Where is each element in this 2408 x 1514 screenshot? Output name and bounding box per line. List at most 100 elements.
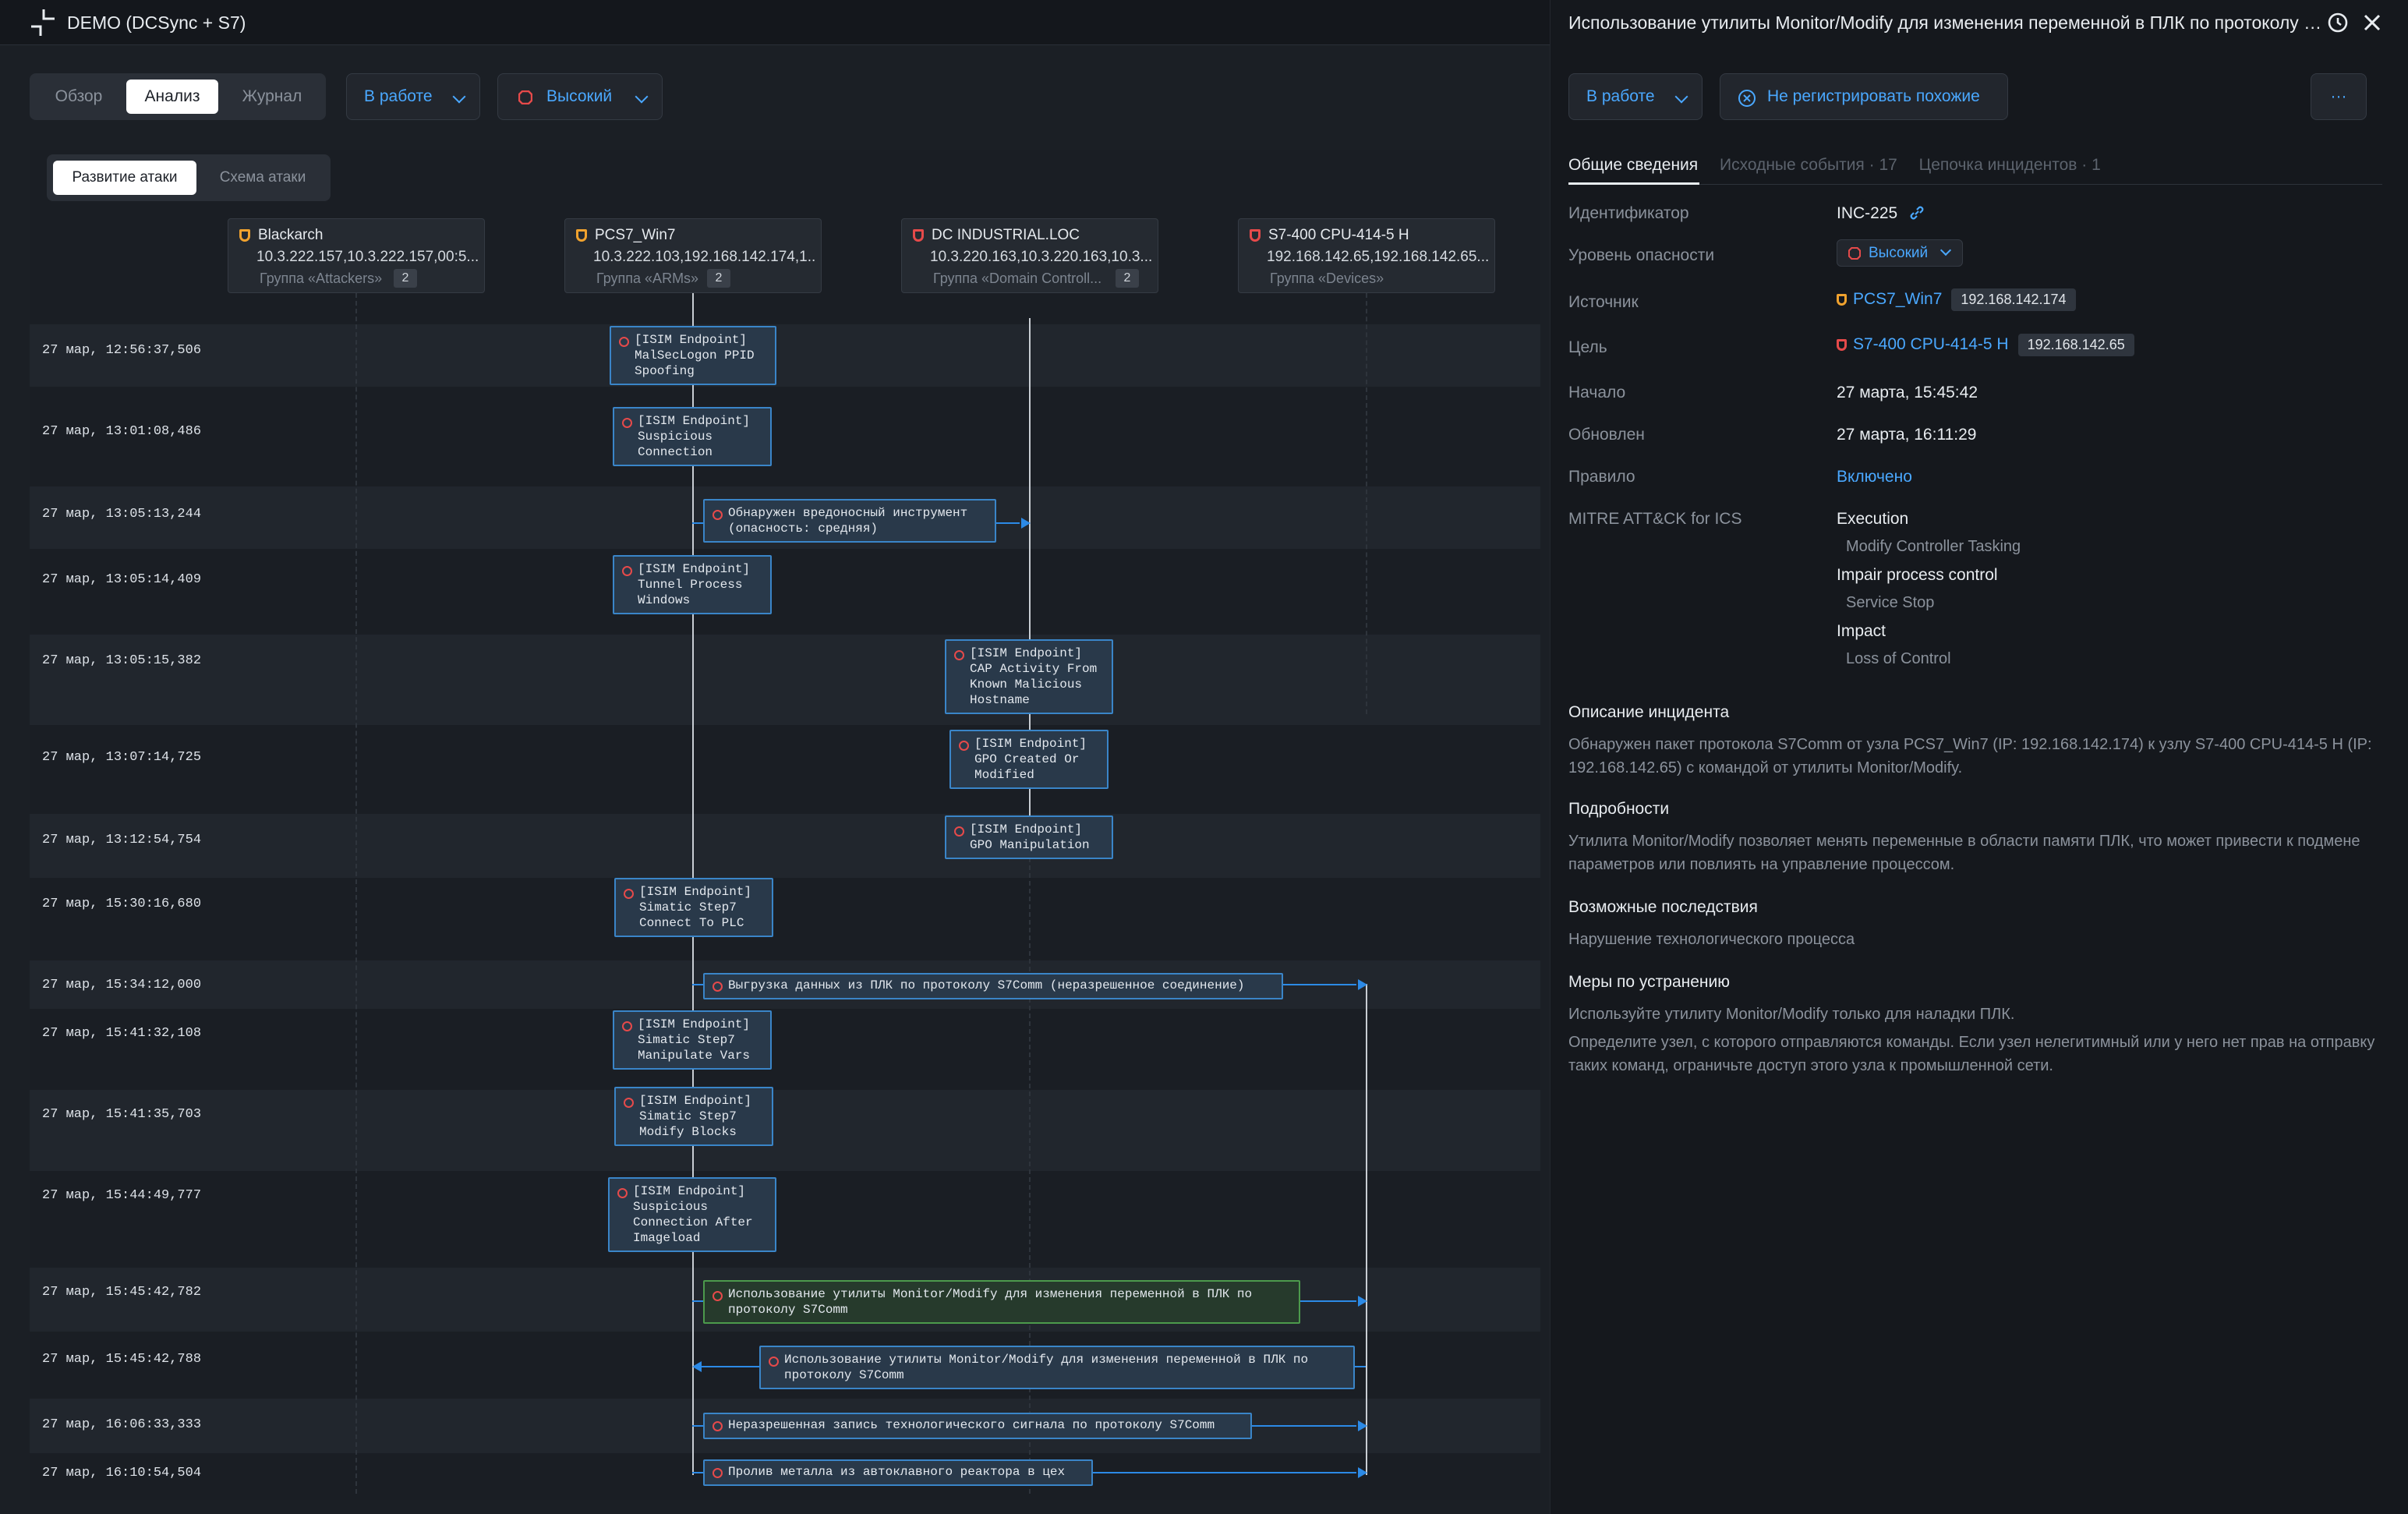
event-card[interactable]: [ISIM Endpoint] GPO Manipulation bbox=[945, 815, 1113, 859]
column-header-dc[interactable]: DC INDUSTRIAL.LOC 10.3.220.163,10.3.220.… bbox=[901, 218, 1158, 293]
event-card[interactable]: [ISIM Endpoint] Suspicious Connection Af… bbox=[608, 1177, 776, 1252]
tab-overview[interactable]: Обзор bbox=[36, 80, 122, 114]
field-label: Цель bbox=[1568, 338, 1607, 356]
section-title: Подробности bbox=[1568, 800, 1670, 818]
event-card-selected[interactable]: Использование утилиты Monitor/Modify для… bbox=[703, 1280, 1300, 1324]
tab-general-info[interactable]: Общие сведения bbox=[1568, 156, 1698, 174]
arrow-head-icon bbox=[1358, 1296, 1367, 1307]
incident-title: Использование утилиты Monitor/Modify для… bbox=[1568, 12, 2325, 33]
alert-icon bbox=[959, 741, 969, 751]
event-text: [ISIM Endpoint] Simatic Step7 Modify Blo… bbox=[639, 1094, 752, 1139]
event-text: Выгрузка данных из ПЛК по протоколу S7Co… bbox=[728, 978, 1245, 992]
timeline-row bbox=[30, 324, 1540, 387]
event-text: [ISIM Endpoint] GPO Manipulation bbox=[970, 822, 1090, 852]
event-card[interactable]: Пролив металла из автоклавного реактора … bbox=[703, 1459, 1093, 1486]
event-card[interactable]: [ISIM Endpoint] CAP Activity From Known … bbox=[945, 639, 1113, 714]
field-label: Источник bbox=[1568, 293, 1639, 311]
link-icon[interactable] bbox=[1908, 204, 1925, 221]
event-card[interactable]: [ISIM Endpoint] Simatic Step7 Connect To… bbox=[614, 878, 773, 937]
mitre-tactic: Execution bbox=[1837, 510, 1909, 528]
severity-high-icon bbox=[1848, 247, 1861, 260]
more-button[interactable]: ··· bbox=[2311, 73, 2367, 120]
event-timestamp: 27 мар, 15:41:32,108 bbox=[42, 1026, 202, 1041]
event-card[interactable]: [ISIM Endpoint] Simatic Step7 Manipulate… bbox=[613, 1010, 772, 1070]
column-header-s7[interactable]: S7-400 CPU-414-5 H 192.168.142.65,192.16… bbox=[1238, 218, 1495, 293]
event-text: [ISIM Endpoint] Suspicious Connection Af… bbox=[633, 1184, 753, 1245]
event-timestamp: 27 мар, 12:56:37,506 bbox=[42, 343, 202, 358]
tab-attack-development[interactable]: Развитие атаки bbox=[53, 161, 196, 195]
event-text: [ISIM Endpoint] Tunnel Process Windows bbox=[638, 562, 751, 607]
incident-status-dropdown[interactable]: В работе bbox=[1568, 73, 1703, 120]
event-timestamp: 27 мар, 13:05:14,409 bbox=[42, 572, 202, 587]
target-host-link[interactable]: S7-400 CPU-414-5 H bbox=[1853, 335, 2009, 353]
event-card[interactable]: Обнаружен вредоносный инструмент (опасно… bbox=[703, 499, 996, 543]
severity-selector[interactable]: Высокий bbox=[1837, 239, 1964, 267]
alert-icon bbox=[619, 337, 629, 347]
event-timestamp: 27 мар, 15:34:12,000 bbox=[42, 978, 202, 992]
shield-icon bbox=[1250, 229, 1261, 242]
group-count-badge: 2 bbox=[394, 269, 417, 288]
alert-icon bbox=[712, 1421, 723, 1431]
mitre-technique[interactable]: Service Stop bbox=[1846, 594, 1934, 612]
close-icon[interactable] bbox=[2362, 12, 2382, 33]
arrow-head-icon bbox=[1021, 518, 1031, 529]
group-count-badge: 2 bbox=[707, 269, 730, 288]
event-card[interactable]: [ISIM Endpoint] Suspicious Connection bbox=[613, 407, 772, 466]
incident-description: Обнаружен пакет протокола S7Comm от узла… bbox=[1568, 736, 2372, 776]
lifeline-dc-bottom bbox=[1029, 858, 1031, 1494]
tab-attack-scheme[interactable]: Схема атаки bbox=[200, 161, 326, 195]
rule-link[interactable]: Включено bbox=[1837, 468, 1912, 486]
lifeline-blackarch bbox=[355, 293, 357, 1494]
shield-icon bbox=[239, 229, 250, 242]
section-title: Возможные последствия bbox=[1568, 898, 1758, 916]
severity-dropdown[interactable]: Высокий bbox=[497, 73, 663, 120]
field-label: Обновлен bbox=[1568, 426, 1645, 444]
mitre-technique[interactable]: Loss of Control bbox=[1846, 650, 1951, 668]
tab-analysis[interactable]: Анализ bbox=[126, 80, 218, 114]
shield-icon bbox=[1837, 294, 1847, 306]
attack-sub-tabs: Развитие атаки Схема атаки bbox=[47, 154, 331, 201]
incident-id: INC-225 bbox=[1837, 204, 1925, 223]
column-header-blackarch[interactable]: Blackarch 10.3.222.157,10.3.222.157,00:5… bbox=[228, 218, 485, 293]
event-card[interactable]: [ISIM Endpoint] Simatic Step7 Modify Blo… bbox=[614, 1087, 773, 1146]
event-card[interactable]: Использование утилиты Monitor/Modify для… bbox=[759, 1346, 1355, 1389]
event-card[interactable]: Неразрешенная запись технологического си… bbox=[703, 1413, 1252, 1439]
history-icon[interactable] bbox=[2326, 11, 2350, 34]
updated-time: 27 марта, 16:11:29 bbox=[1837, 426, 1977, 444]
lifeline-s7-top bbox=[1366, 293, 1367, 714]
tab-incident-chain[interactable]: Цепочка инцидентов · 1 bbox=[1919, 156, 2101, 174]
tab-journal[interactable]: Журнал bbox=[225, 80, 320, 114]
event-timestamp: 27 мар, 15:41:35,703 bbox=[42, 1107, 202, 1122]
event-timestamp: 27 мар, 15:44:49,777 bbox=[42, 1188, 202, 1203]
mitre-tactic: Impact bbox=[1837, 622, 1886, 640]
host-group: Группа «Devices» bbox=[1270, 271, 1384, 286]
host-group: Группа «ARMs» bbox=[596, 271, 699, 286]
target-ip-tag: 192.168.142.65 bbox=[2017, 334, 2134, 356]
mitre-technique[interactable]: Modify Controller Tasking bbox=[1846, 538, 2021, 556]
ignore-similar-button[interactable]: Не регистрировать похожие bbox=[1720, 73, 2008, 120]
field-label: Идентификатор bbox=[1568, 204, 1689, 222]
field-label: Начало bbox=[1568, 384, 1626, 401]
event-card[interactable]: Выгрузка данных из ПЛК по протоколу S7Co… bbox=[703, 973, 1283, 999]
start-time: 27 марта, 15:45:42 bbox=[1837, 384, 1978, 401]
event-card[interactable]: [ISIM Endpoint] MalSecLogon PPID Spoofin… bbox=[610, 326, 776, 385]
severity-high-icon bbox=[518, 90, 532, 104]
shield-icon bbox=[913, 229, 924, 242]
chevron-down-icon bbox=[452, 90, 466, 104]
event-card[interactable]: [ISIM Endpoint] GPO Created Or Modified bbox=[949, 730, 1109, 789]
section-title: Описание инцидента bbox=[1568, 703, 1730, 721]
source-ip-tag: 192.168.142.174 bbox=[1951, 288, 2076, 311]
tab-source-events[interactable]: Исходные события · 17 bbox=[1720, 156, 1897, 174]
host-name: Blackarch bbox=[258, 227, 324, 243]
source-host-link[interactable]: PCS7_Win7 bbox=[1853, 290, 1942, 308]
event-text: [ISIM Endpoint] Simatic Step7 Manipulate… bbox=[638, 1017, 751, 1063]
mitre-tactic: Impair process control bbox=[1837, 566, 1998, 584]
incident-details: Утилита Monitor/Modify позволяет менять … bbox=[1568, 833, 2360, 873]
event-card[interactable]: [ISIM Endpoint] Tunnel Process Windows bbox=[613, 555, 772, 614]
alert-icon bbox=[712, 1468, 723, 1478]
ignore-similar-label: Не регистрировать похожие bbox=[1767, 87, 1980, 105]
field-label: Правило bbox=[1568, 468, 1635, 486]
severity-dropdown[interactable]: Высокий bbox=[1837, 239, 1964, 267]
column-header-pcs7[interactable]: PCS7_Win7 10.3.222.103,192.168.142.174,1… bbox=[564, 218, 822, 293]
status-dropdown[interactable]: В работе bbox=[346, 73, 480, 120]
